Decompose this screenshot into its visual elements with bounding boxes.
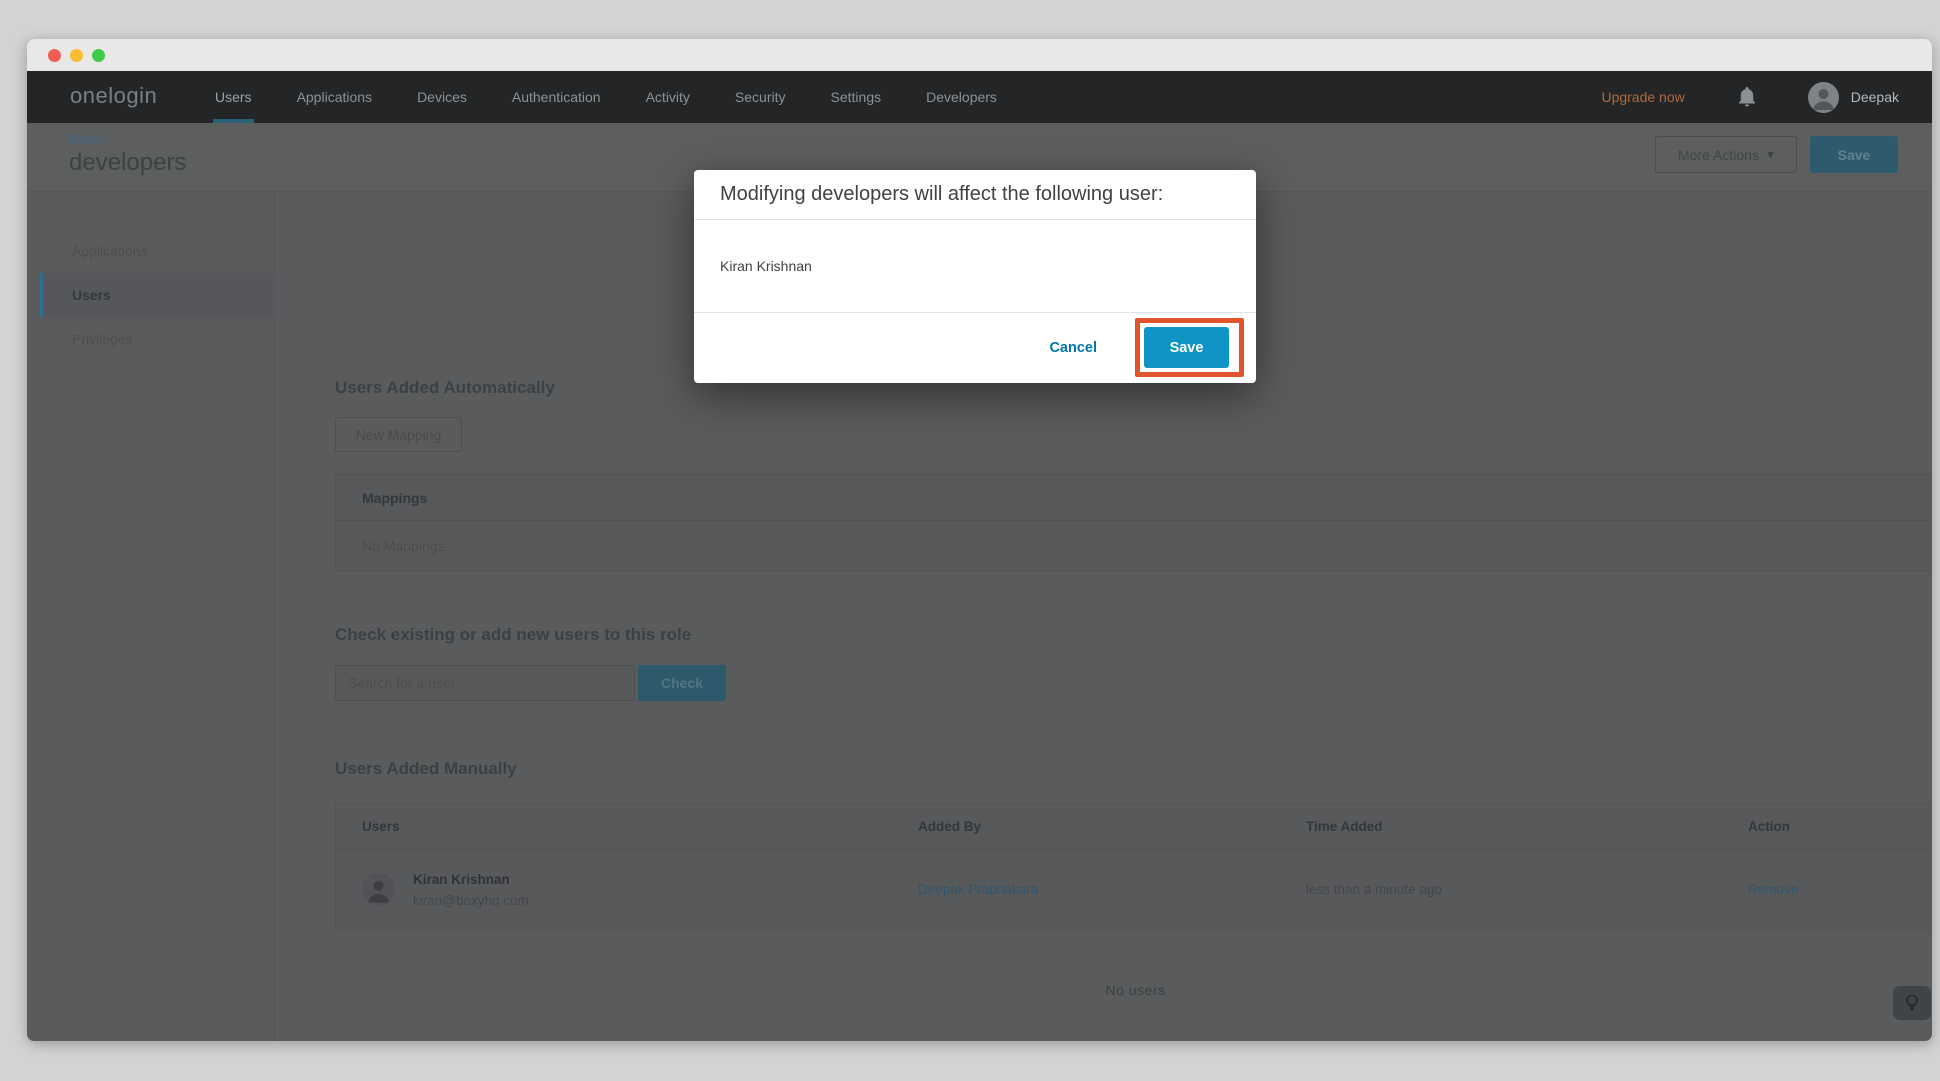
nav-tab-applications[interactable]: Applications: [295, 71, 375, 123]
section-heading-manual: Users Added Manually: [335, 759, 517, 779]
more-actions-label: More Actions: [1678, 147, 1759, 163]
confirm-modal: Modifying developers will affect the fol…: [694, 170, 1256, 383]
chevron-down-icon: ▾: [1767, 146, 1774, 163]
bell-icon[interactable]: [1738, 87, 1756, 107]
modal-affected-user: Kiran Krishnan: [694, 220, 1256, 313]
person-icon: [362, 873, 395, 906]
user-email: kiran@boxyhq.com: [413, 893, 529, 908]
nav-tab-authentication[interactable]: Authentication: [510, 71, 603, 123]
column-header-time-added: Time Added: [1280, 819, 1722, 834]
modal-footer: Cancel Save: [694, 313, 1256, 382]
feature-updates-widget[interactable]: [1893, 986, 1931, 1020]
nav-tabs: Users Applications Devices Authenticatio…: [213, 71, 1040, 123]
remove-link[interactable]: Remove: [1748, 882, 1798, 897]
added-by-link[interactable]: Deepak Prabhakara: [918, 882, 1038, 897]
sidebar-item-applications[interactable]: Applications: [40, 229, 274, 273]
column-header-added-by: Added By: [892, 819, 1280, 834]
header-save-button[interactable]: Save: [1810, 136, 1898, 173]
page-title: developers: [69, 149, 186, 177]
username-label: Deepak: [1851, 89, 1899, 105]
time-added-value: less than a minute ago: [1280, 882, 1722, 897]
mappings-column-header: Mappings: [336, 475, 1932, 521]
modal-title: Modifying developers will affect the fol…: [694, 170, 1256, 220]
nav-tab-settings[interactable]: Settings: [829, 71, 884, 123]
nav-tab-activity[interactable]: Activity: [644, 71, 692, 123]
top-navbar: onelogin Users Applications Devices Auth…: [27, 71, 1932, 123]
column-header-action: Action: [1722, 819, 1932, 834]
person-icon: [1808, 82, 1839, 113]
section-heading-auto: Users Added Automatically: [335, 378, 555, 398]
nav-tab-users[interactable]: Users: [213, 71, 254, 123]
new-mapping-button[interactable]: New Mapping: [335, 417, 462, 452]
navbar-right-cluster: Upgrade now Deepak: [1601, 71, 1899, 123]
section-heading-check: Check existing or add new users to this …: [335, 625, 691, 645]
column-header-users: Users: [336, 819, 892, 834]
role-sidebar: Applications Users Privileges: [27, 192, 275, 1041]
more-actions-button[interactable]: More Actions ▾: [1655, 136, 1797, 173]
cancel-button[interactable]: Cancel: [1049, 340, 1097, 356]
manual-users-table: Users Added By Time Added Action Kiran K…: [335, 803, 1932, 930]
table-row: Kiran Krishnan kiran@boxyhq.com Deepak P…: [336, 850, 1932, 929]
user-name: Kiran Krishnan: [413, 872, 529, 887]
mappings-table: Mappings No Mappings.: [335, 474, 1932, 571]
row-avatar: [362, 873, 395, 906]
window-titlebar: [27, 39, 1932, 71]
nav-tab-developers[interactable]: Developers: [924, 71, 999, 123]
sidebar-item-users[interactable]: Users: [40, 273, 274, 317]
nav-tab-devices[interactable]: Devices: [415, 71, 469, 123]
nav-tab-security[interactable]: Security: [733, 71, 788, 123]
lightbulb-icon: [1905, 994, 1919, 1013]
traffic-light-zoom[interactable]: [92, 49, 105, 62]
search-user-input[interactable]: [335, 665, 635, 701]
check-button[interactable]: Check: [638, 665, 726, 701]
no-users-text: No users: [335, 982, 1932, 998]
modal-save-button[interactable]: Save: [1144, 327, 1229, 368]
traffic-light-minimize[interactable]: [70, 49, 83, 62]
mappings-empty-text: No Mappings.: [336, 521, 1932, 570]
manual-users-table-header: Users Added By Time Added Action: [336, 804, 1932, 850]
traffic-light-close[interactable]: [48, 49, 61, 62]
upgrade-now-link[interactable]: Upgrade now: [1601, 89, 1684, 105]
sidebar-item-privileges[interactable]: Privileges: [40, 317, 274, 361]
user-avatar[interactable]: [1808, 82, 1839, 113]
breadcrumb[interactable]: Roles /: [69, 132, 109, 147]
onelogin-logo: onelogin: [70, 83, 157, 109]
